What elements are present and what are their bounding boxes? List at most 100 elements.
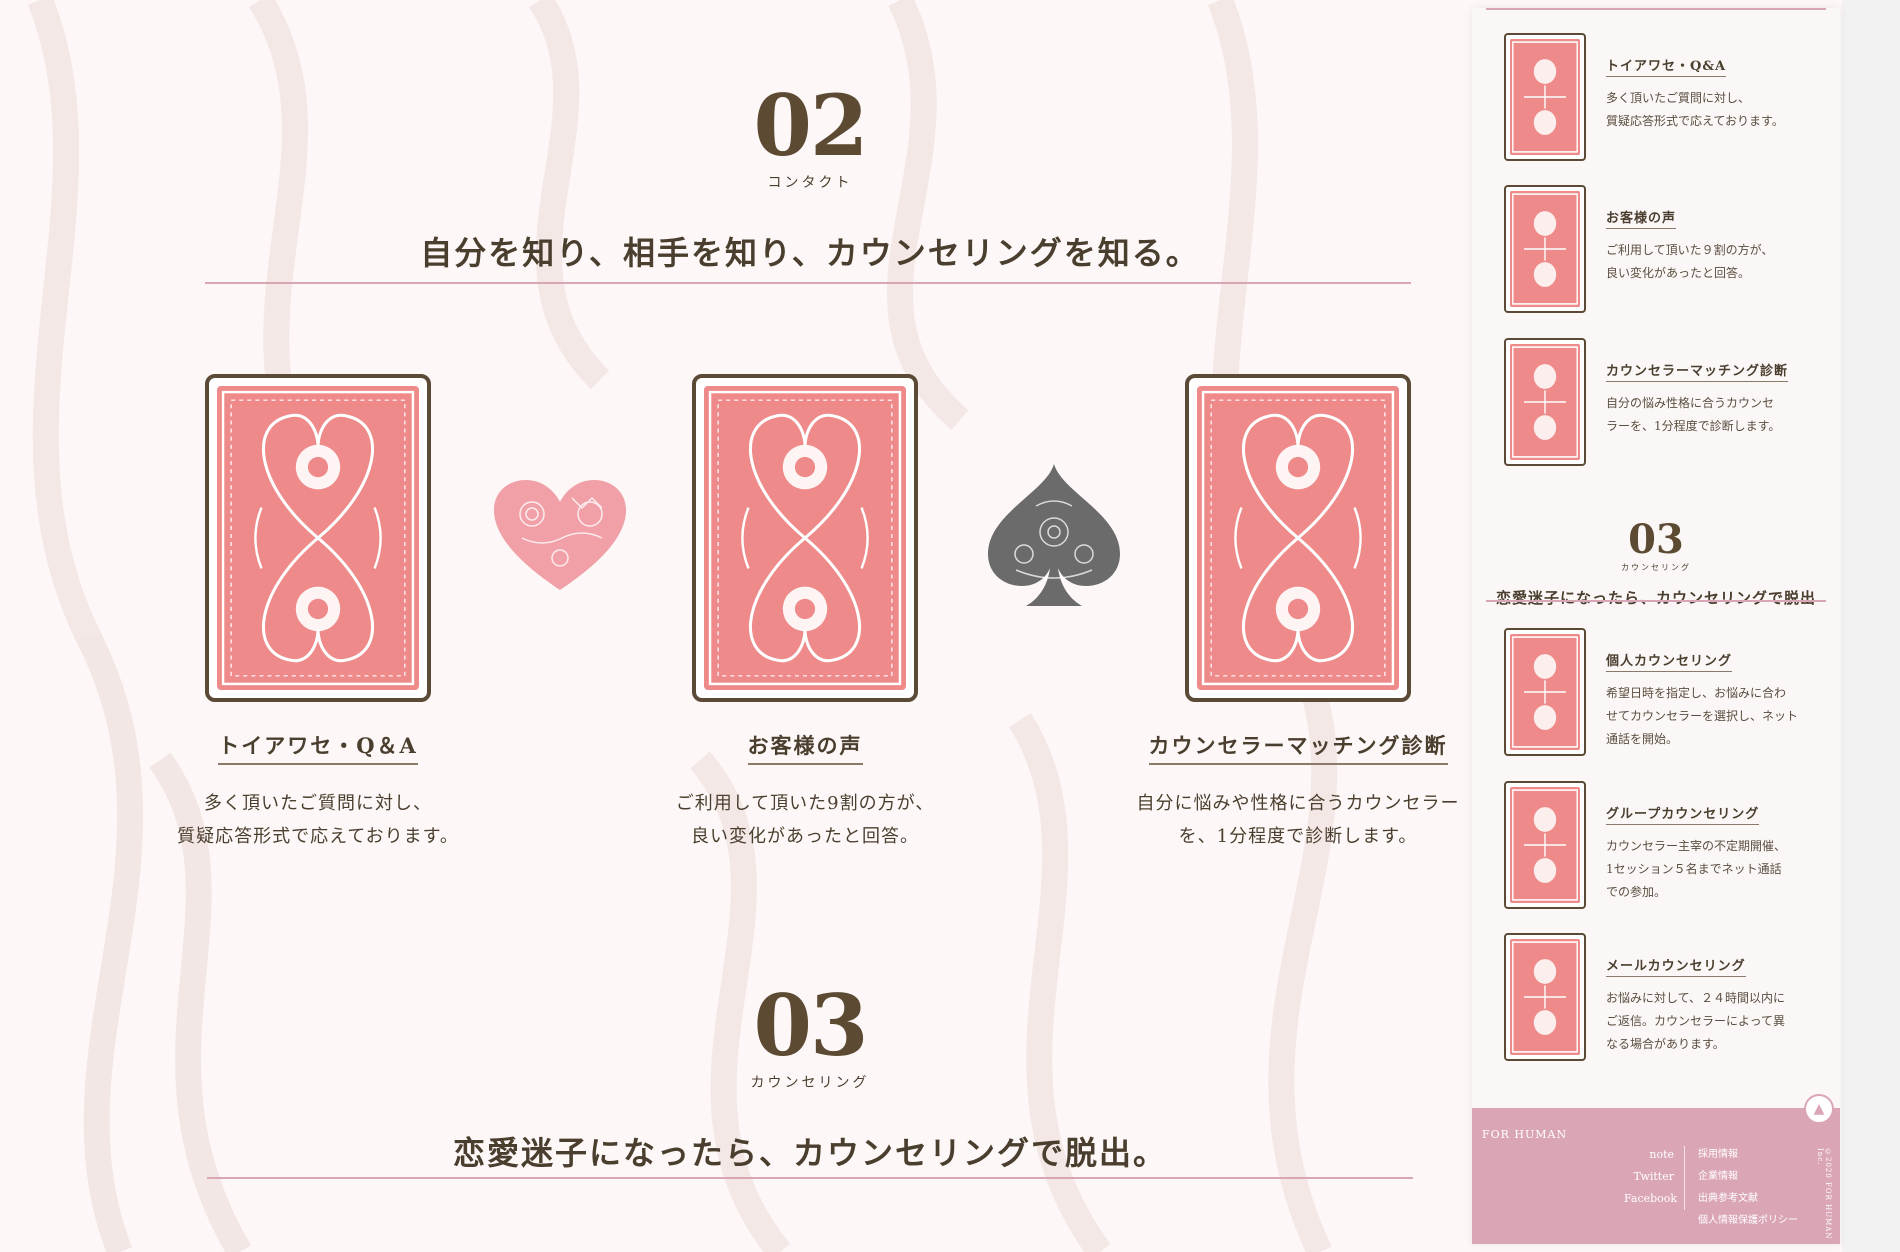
footer-logo[interactable]: FOR HUMAN [1482,1128,1567,1141]
card-pattern [704,386,906,690]
footer-copyright: ©2020 FOR HUMAN Inc. [1816,1148,1832,1240]
sidebar-desc-line: せてカウンセラーを選択し、ネット [1606,708,1799,723]
sidebar-item-text: 個人カウンセリング 希望日時を指定し、お悩みに合わ せてカウンセラーを選択し、ネ… [1606,650,1816,750]
section-subtitle: カウンセリング [750,1075,870,1091]
section-number: 03 [1628,516,1684,563]
sidebar-divider [1486,8,1826,10]
sidebar-item-description: カウンセラー主宰の不定期開催、 1セッション５名までネット通話 での参加。 [1606,835,1816,903]
sidebar-desc-line: カウンセラー主宰の不定期開催、 [1606,839,1787,853]
card-desc-line: を、1分程度で診断します。 [1178,826,1418,848]
card-desc-line: 良い変化があったと回答。 [691,826,919,848]
sidebar-item-text: トイアワセ・Q&A 多く頂いたご質問に対し、 質疑応答形式で応えております。 [1606,55,1816,133]
sidebar-item-title[interactable]: メールカウンセリング [1606,955,1746,977]
sidebar-item-description: 多く頂いたご質問に対し、 質疑応答形式で応えております。 [1606,87,1816,133]
card-description: 自分に悩みや性格に合うカウンセラー を、1分程度で診断します。 [1133,787,1463,854]
sidebar-section-03-header: 03 カウンセリング 恋愛迷子になったら、カウンセリングで脱出 [1472,520,1840,608]
sidebar-item-description: ご利用して頂いた９割の方が、 良い変化があったと回答。 [1606,239,1816,285]
footer-link-references[interactable]: 出典参考文献 [1698,1188,1798,1210]
sidebar-item-title[interactable]: 個人カウンセリング [1606,650,1733,672]
sidebar-divider [1486,600,1826,602]
card-back-image [692,374,918,702]
footer-info-links: 採用情報 企業情報 出典参考文献 個人情報保護ポリシー [1698,1144,1798,1232]
card-voices[interactable]: お客様の声 ご利用して頂いた9割の方が、 良い変化があったと回答。 [640,374,970,854]
sidebar-item-matching[interactable]: カウンセラーマッチング診断 自分の悩み性格に合うカウンセ ラーを、1分程度で診断… [1504,338,1824,468]
card-thumbnail [1504,628,1586,756]
card-pattern [1197,386,1399,690]
footer-link-privacy[interactable]: 個人情報保護ポリシー [1698,1210,1798,1232]
sidebar-desc-line: ご利用して頂いた９割の方が、 [1606,243,1774,257]
sidebar-item-text: メールカウンセリング お悩みに対して、２４時間以内に ご返信。カウンセラーによっ… [1606,955,1816,1055]
section-subtitle: カウンセリング [1621,563,1691,572]
sidebar-item-title[interactable]: トイアワセ・Q&A [1606,55,1727,77]
sidebar-item-title[interactable]: お客様の声 [1606,207,1677,229]
sidebar-item-text: カウンセラーマッチング診断 自分の悩み性格に合うカウンセ ラーを、1分程度で診断… [1606,360,1816,438]
sidebar-desc-line: 多く頂いたご質問に対し、 [1606,91,1751,105]
heart-icon [494,480,626,590]
footer-divider [1684,1146,1685,1210]
sidebar-item-text: グループカウンセリング カウンセラー主宰の不定期開催、 1セッション５名までネッ… [1606,803,1816,903]
sidebar-item-description: お悩みに対して、２４時間以内に ご返信。カウンセラーによって異 なる場合がありま… [1606,987,1816,1055]
sidebar-item-description: 希望日時を指定し、お悩みに合わ せてカウンセラーを選択し、ネット 通話を開始。 [1606,682,1816,750]
footer-link-company[interactable]: 企業情報 [1698,1166,1798,1188]
footer-link-facebook[interactable]: Facebook [1624,1188,1677,1210]
sidebar-desc-line: での参加。 [1606,884,1667,899]
card-qa[interactable]: トイアワセ・Q＆A 多く頂いたご質問に対し、 質疑応答形式で応えております。 [153,374,483,854]
card-desc-line: ご利用して頂いた9割の方が、 [675,793,935,814]
spade-icon [988,464,1120,606]
sidebar-desc-line: 通話を開始。 [1606,731,1679,746]
sidebar-desc-line: 希望日時を指定し、お悩みに合わ [1606,686,1787,700]
sidebar-item-mail[interactable]: メールカウンセリング お悩みに対して、２４時間以内に ご返信。カウンセラーによっ… [1504,933,1824,1063]
section-catchphrase: 恋愛迷子になったら、カウンセリングで脱出。 [452,1134,1167,1172]
footer-link-recruit[interactable]: 採用情報 [1698,1144,1798,1166]
section-number: 03 [753,976,869,1075]
footer: ▲ FOR HUMAN note Twitter Facebook 採用情報 企… [1472,1094,1840,1244]
sidebar-desc-line: なる場合があります。 [1606,1036,1725,1051]
card-desc-line: 多く頂いたご質問に対し、 [204,793,432,814]
sidebar-item-qa[interactable]: トイアワセ・Q&A 多く頂いたご質問に対し、 質疑応答形式で応えております。 [1504,33,1824,163]
card-description: 多く頂いたご質問に対し、 質疑応答形式で応えております。 [153,787,483,854]
main-content: 02 コンタクト 自分を知り、相手を知り、カウンセリングを知る。 トイアワセ・Q… [0,0,1470,1252]
sidebar-item-voices[interactable]: お客様の声 ご利用して頂いた９割の方が、 良い変化があったと回答。 [1504,185,1824,315]
right-gutter [1842,0,1900,1252]
sidebar-desc-line: 質疑応答形式で応えております。 [1606,113,1784,128]
card-matching[interactable]: カウンセラーマッチング診断 自分に悩みや性格に合うカウンセラー を、1分程度で診… [1133,374,1463,854]
card-title[interactable]: カウンセラーマッチング診断 [1148,730,1448,765]
sidebar-desc-line: お悩みに対して、２４時間以内に [1606,991,1786,1005]
card-thumbnail [1504,185,1586,313]
card-thumbnail [1504,33,1586,161]
card-desc-line: 質疑応答形式で応えております。 [177,826,459,848]
sidebar-desc-line: 1セッション５名までネット通話 [1606,861,1782,876]
card-thumbnail [1504,933,1586,1061]
sidebar-item-title[interactable]: グループカウンセリング [1606,803,1760,825]
card-desc-line: 自分に悩みや性格に合うカウンセラー [1136,793,1460,814]
card-description: ご利用して頂いた9割の方が、 良い変化があったと回答。 [640,787,970,854]
section-02-header: 02 コンタクト 自分を知り、相手を知り、カウンセリングを知る。 [0,84,1620,274]
sidebar-item-individual[interactable]: 個人カウンセリング 希望日時を指定し、お悩みに合わ せてカウンセラーを選択し、ネ… [1504,628,1824,758]
section-catchphrase: 恋愛迷子になったら、カウンセリングで脱出 [1495,589,1816,607]
footer-social-links: note Twitter Facebook [1624,1144,1677,1210]
section-subtitle: コンタクト [767,175,853,191]
section-divider [207,1177,1413,1179]
arrow-up-icon[interactable]: ▲ [1804,1094,1834,1124]
section-catchphrase: 自分を知り、相手を知り、カウンセリングを知る。 [420,234,1200,272]
card-title[interactable]: お客様の声 [747,730,863,765]
section-divider [205,282,1411,284]
card-thumbnail [1504,781,1586,909]
section-03-header: 03 カウンセリング 恋愛迷子になったら、カウンセリングで脱出。 [0,984,1620,1174]
sidebar-item-group[interactable]: グループカウンセリング カウンセラー主宰の不定期開催、 1セッション５名までネッ… [1504,781,1824,911]
sidebar-item-title[interactable]: カウンセラーマッチング診断 [1606,360,1789,382]
card-back-image [205,374,431,702]
sidebar-item-description: 自分の悩み性格に合うカウンセ ラーを、1分程度で診断します。 [1606,392,1816,438]
card-title[interactable]: トイアワセ・Q＆A [218,730,418,765]
card-thumbnail [1504,338,1586,466]
card-pattern [217,386,419,690]
sidebar-desc-line: ラーを、1分程度で診断します。 [1606,418,1781,433]
sidebar: トイアワセ・Q&A 多く頂いたご質問に対し、 質疑応答形式で応えております。 お… [1472,8,1840,1244]
sidebar-desc-line: ご返信。カウンセラーによって異 [1606,1013,1786,1028]
section-number: 02 [753,76,869,175]
sidebar-desc-line: 自分の悩み性格に合うカウンセ [1606,396,1775,410]
sidebar-item-text: お客様の声 ご利用して頂いた９割の方が、 良い変化があったと回答。 [1606,207,1816,285]
footer-link-note[interactable]: note [1624,1144,1674,1166]
footer-link-twitter[interactable]: Twitter [1624,1166,1675,1188]
card-back-image [1185,374,1411,702]
